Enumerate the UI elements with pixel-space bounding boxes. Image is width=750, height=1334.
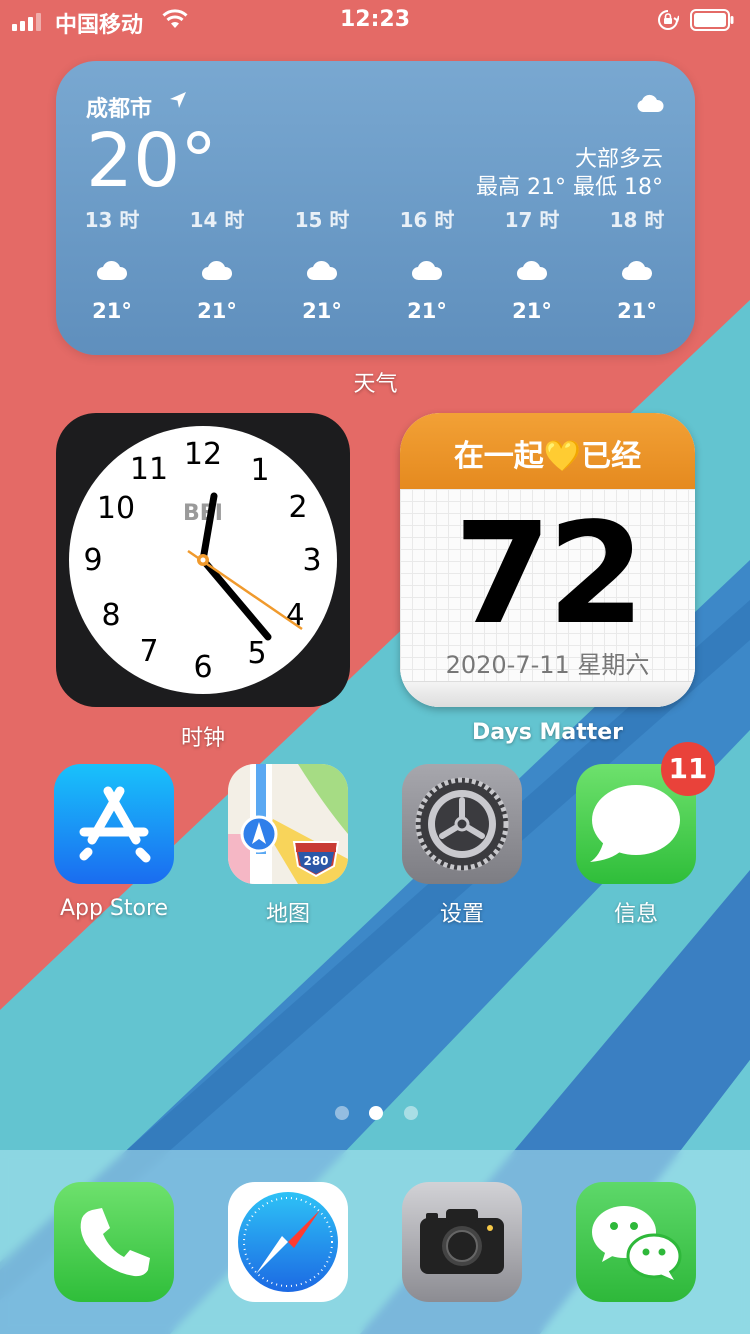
status-bar: 中国移动 12:23 xyxy=(0,0,750,40)
weather-temperature: 20° xyxy=(86,118,218,204)
battery-icon xyxy=(690,9,734,31)
clock-number: 2 xyxy=(288,490,307,525)
maps-icon: 280 xyxy=(228,764,348,884)
clock-number: 6 xyxy=(193,650,212,685)
settings-app[interactable] xyxy=(402,764,522,884)
days-matter-header: 在一起💛已经 xyxy=(400,413,695,489)
safari-app[interactable] xyxy=(228,1182,348,1302)
cloud-icon xyxy=(411,260,443,281)
hour-temp: 21° xyxy=(407,299,447,323)
hour-temp: 21° xyxy=(617,299,657,323)
days-matter-page-edge xyxy=(400,681,695,707)
app-store-icon xyxy=(54,764,174,884)
app-label: App Store xyxy=(59,896,169,921)
weather-widget-label: 天气 xyxy=(353,372,398,397)
hourly-item: 17 时 21° xyxy=(482,204,582,323)
hour-temp: 21° xyxy=(197,299,237,323)
clock-number: 3 xyxy=(302,543,321,578)
clock-number: 8 xyxy=(101,598,120,633)
days-matter-widget[interactable]: 在一起💛已经 72 2020-7-11 星期六 xyxy=(400,413,695,707)
cloud-icon xyxy=(621,260,653,281)
cloud-icon xyxy=(637,94,664,112)
clock-number: 12 xyxy=(184,437,222,472)
maps-sign-number: 280 xyxy=(303,854,328,868)
hourly-item: 13 时 21° xyxy=(62,204,162,323)
cloud-icon xyxy=(96,260,128,281)
days-matter-count: 72 xyxy=(454,493,645,656)
hour-time: 15 时 xyxy=(294,208,350,232)
weather-low: 最低 18° xyxy=(573,175,663,200)
phone-app[interactable] xyxy=(54,1182,174,1302)
hourly-item: 14 时 21° xyxy=(167,204,267,323)
cloud-icon xyxy=(201,260,233,281)
clock-city-code: BEI xyxy=(183,501,223,526)
hour-time: 14 时 xyxy=(189,208,245,232)
hour-temp: 21° xyxy=(302,299,342,323)
days-matter-date: 2020-7-11 星期六 xyxy=(445,651,650,679)
clock-widget[interactable]: 12 1 2 3 4 5 6 7 8 9 10 11 BEI xyxy=(56,413,350,707)
hour-time: 13 时 xyxy=(84,208,140,232)
cloud-icon xyxy=(306,260,338,281)
days-matter-label: Days Matter xyxy=(471,720,624,745)
days-matter-title: 在一起💛已经 xyxy=(453,439,642,474)
hour-time: 17 时 xyxy=(504,208,560,232)
hour-temp: 21° xyxy=(512,299,552,323)
clock-number: 5 xyxy=(247,636,266,671)
settings-icon xyxy=(402,764,522,884)
clock-number: 9 xyxy=(83,543,102,578)
hourly-item: 16 时 21° xyxy=(377,204,477,323)
location-arrow-icon xyxy=(170,92,186,108)
wechat-app[interactable] xyxy=(576,1182,696,1302)
clock-number: 10 xyxy=(97,491,135,526)
camera-app[interactable] xyxy=(402,1182,522,1302)
status-time: 12:23 xyxy=(339,7,411,32)
rotation-lock-icon xyxy=(658,10,679,30)
hourly-item: 15 时 21° xyxy=(272,204,372,323)
page-dot[interactable] xyxy=(404,1106,418,1120)
safari-icon xyxy=(228,1182,348,1302)
page-indicator[interactable] xyxy=(0,1106,750,1120)
clock-number: 1 xyxy=(250,453,269,488)
wechat-icon xyxy=(576,1182,696,1302)
page-dot-active[interactable] xyxy=(369,1106,383,1120)
hour-temp: 21° xyxy=(92,299,132,323)
weather-widget[interactable]: 成都市 20° 大部多云 最高 21° 最低 18° 13 时 21° 14 时… xyxy=(56,61,695,355)
clock-widget-label: 时钟 xyxy=(180,726,225,751)
app-label: 设置 xyxy=(439,902,484,927)
phone-icon xyxy=(54,1182,174,1302)
hourly-item: 18 时 21° xyxy=(587,204,687,323)
app-label: 信息 xyxy=(613,902,658,927)
app-store-app[interactable] xyxy=(54,764,174,884)
cloud-icon xyxy=(516,260,548,281)
weather-high: 最高 21° xyxy=(476,175,566,200)
clock-number: 7 xyxy=(139,634,158,669)
maps-app[interactable]: 280 xyxy=(228,764,348,884)
page-dot[interactable] xyxy=(335,1106,349,1120)
app-label: 地图 xyxy=(265,902,310,927)
camera-icon xyxy=(402,1182,522,1302)
clock-number: 11 xyxy=(130,452,168,487)
clock-face: 12 1 2 3 4 5 6 7 8 9 10 11 BEI xyxy=(69,426,337,694)
hour-time: 16 时 xyxy=(399,208,455,232)
hour-time: 18 时 xyxy=(609,208,665,232)
messages-badge: 11 xyxy=(661,742,715,796)
weather-high-low: 最高 21° 最低 18° xyxy=(476,169,663,201)
